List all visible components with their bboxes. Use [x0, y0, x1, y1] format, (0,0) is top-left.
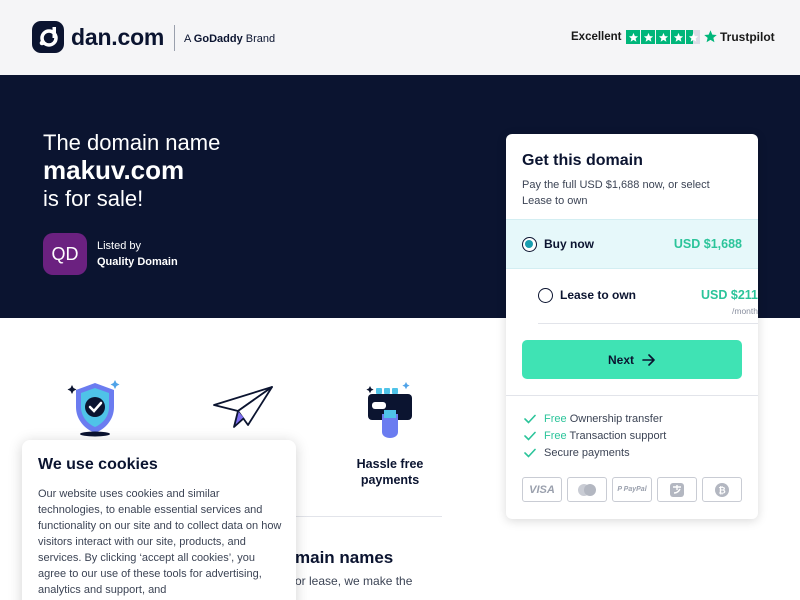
trustpilot-logo[interactable]: Trustpilot: [703, 29, 775, 44]
star-icon: [671, 30, 685, 44]
buy-now-label: Buy now: [544, 237, 594, 251]
trustpilot-star-icon: [704, 30, 717, 43]
brand-name: GoDaddy: [193, 33, 243, 45]
buy-now-price: USD $1,688: [673, 237, 742, 251]
benefit-text: Ownership transfer: [569, 413, 663, 425]
lease-to-own-option[interactable]: Lease to own USD $211 /month: [538, 270, 758, 324]
card-divider: [506, 395, 758, 396]
check-icon: [524, 414, 536, 424]
lease-to-own-label: Lease to own: [560, 288, 637, 302]
paypal-icon: P PayPal: [612, 477, 652, 502]
hero-line-3: is for sale!: [43, 186, 144, 211]
purchase-card: Get this domain Pay the full USD $1,688 …: [506, 134, 758, 519]
godaddy-brand: A GoDaddy Brand: [184, 33, 275, 45]
card-title: Get this domain: [522, 152, 643, 169]
trustpilot-rating-label: Excellent: [571, 31, 622, 43]
card-subtitle: Pay the full USD $1,688 now, or select L…: [522, 179, 710, 207]
star-icon: [641, 30, 655, 44]
star-icon: [626, 30, 640, 44]
brand-prefix: A: [184, 33, 191, 45]
benefit-text: Secure payments: [544, 447, 630, 459]
section-title: main names: [295, 548, 394, 567]
benefit-item: Free Transaction support: [524, 430, 666, 442]
benefit-highlight: Free: [544, 413, 567, 425]
seller-name[interactable]: Quality Domain: [97, 256, 178, 268]
listed-by-label: Listed by: [97, 240, 142, 252]
alipay-icon: [657, 477, 697, 502]
shield-check-icon: [64, 377, 126, 444]
star-icon: [656, 30, 670, 44]
payment-card-icon: [362, 380, 418, 443]
cookie-text: Our website uses cookies and similar tec…: [38, 488, 282, 596]
dan-logo-icon[interactable]: [32, 21, 64, 53]
half-star-icon: [686, 30, 700, 44]
seller-avatar[interactable]: QD: [43, 233, 87, 275]
lease-price-unit: /month: [732, 306, 758, 316]
section-divider: [295, 516, 442, 517]
benefit-item: Secure payments: [524, 447, 630, 459]
logo-text[interactable]: dan.com: [71, 24, 164, 51]
domain-name: makuv.com: [43, 155, 185, 185]
check-icon: [524, 431, 536, 441]
benefit-item: Free Ownership transfer: [524, 413, 663, 425]
trustpilot-stars[interactable]: [626, 30, 700, 44]
cookie-consent-panel: We use cookies Our website uses cookies …: [22, 440, 296, 600]
section-text: or lease, we make the: [295, 574, 413, 588]
site-header: dan.com A GoDaddy Brand Excellent Trustp…: [0, 0, 800, 75]
arrow-right-icon: [642, 353, 655, 366]
benefit-text: Transaction support: [569, 430, 667, 442]
brand-suffix: Brand: [245, 33, 276, 45]
next-button[interactable]: Next: [522, 340, 742, 379]
logo-divider: [174, 25, 175, 51]
buy-now-option[interactable]: Buy now USD $1,688: [506, 219, 758, 269]
payment-methods: VISA P PayPal ₿: [522, 477, 742, 502]
mastercard-icon: [567, 477, 607, 502]
next-button-label: Next: [607, 352, 634, 367]
lease-price: USD $211: [701, 288, 758, 302]
check-icon: [524, 448, 536, 458]
visa-icon: VISA: [522, 477, 562, 502]
feature-label-payments: Hassle free payments: [356, 457, 424, 487]
buy-now-radio[interactable]: [522, 237, 537, 252]
lease-to-own-radio[interactable]: [538, 288, 553, 303]
paper-plane-icon: [212, 385, 274, 436]
bitcoin-icon: ₿: [702, 477, 742, 502]
benefit-highlight: Free: [544, 430, 567, 442]
hero-line-1: The domain name: [43, 130, 221, 155]
trustpilot-name: Trustpilot: [720, 29, 775, 44]
cookie-title: We use cookies: [38, 456, 158, 473]
svg-text:₿: ₿: [718, 485, 725, 495]
